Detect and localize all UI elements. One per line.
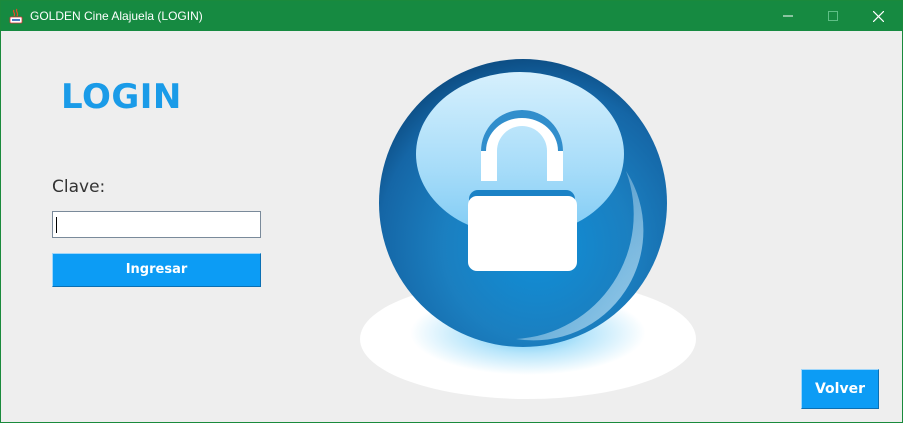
- ingresar-button[interactable]: Ingresar: [52, 253, 261, 287]
- maximize-button[interactable]: [811, 1, 855, 31]
- title-bar[interactable]: GOLDEN Cine Alajuela (LOGIN): [1, 1, 902, 31]
- close-button[interactable]: [856, 1, 900, 31]
- padlock-sphere-icon: [360, 59, 696, 399]
- volver-button[interactable]: Volver: [801, 369, 879, 409]
- java-app-icon[interactable]: [9, 8, 23, 24]
- close-icon: [873, 11, 884, 22]
- login-window: GOLDEN Cine Alajuela (LOGIN) LOGIN Clave…: [0, 0, 903, 423]
- text-caret: [56, 217, 57, 233]
- password-field[interactable]: [52, 211, 261, 238]
- minimize-button[interactable]: [766, 1, 810, 31]
- password-label: Clave:: [52, 177, 106, 197]
- window-title: GOLDEN Cine Alajuela (LOGIN): [30, 9, 203, 23]
- page-title: LOGIN: [61, 77, 182, 117]
- minimize-icon: [783, 15, 793, 17]
- maximize-icon: [828, 11, 838, 21]
